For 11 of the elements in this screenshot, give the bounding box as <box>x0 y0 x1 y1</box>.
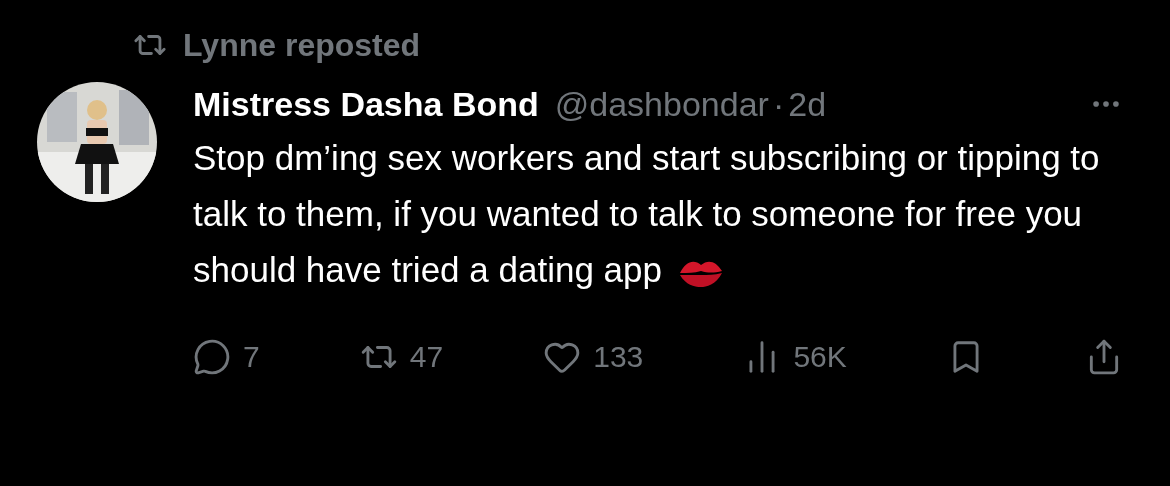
reply-button[interactable]: 7 <box>193 334 260 379</box>
like-button[interactable]: 133 <box>543 334 644 379</box>
author-name: Mistress Dasha Bond <box>193 83 539 125</box>
views-button[interactable]: 56K <box>743 334 847 379</box>
timestamp: 2d <box>788 83 827 125</box>
separator: · <box>772 83 785 125</box>
tweet-text: Stop dm’ing sex workers and start subscribing or tipping to talk to them, if you wanted to talk to someone for free you should have tried a dating app <box>193 137 1101 291</box>
repost-button[interactable]: 47 <box>359 334 444 379</box>
author-handle: @dashbondar <box>554 83 769 125</box>
reply-icon <box>193 337 231 376</box>
repost-label: Lynne reposted <box>183 26 421 65</box>
